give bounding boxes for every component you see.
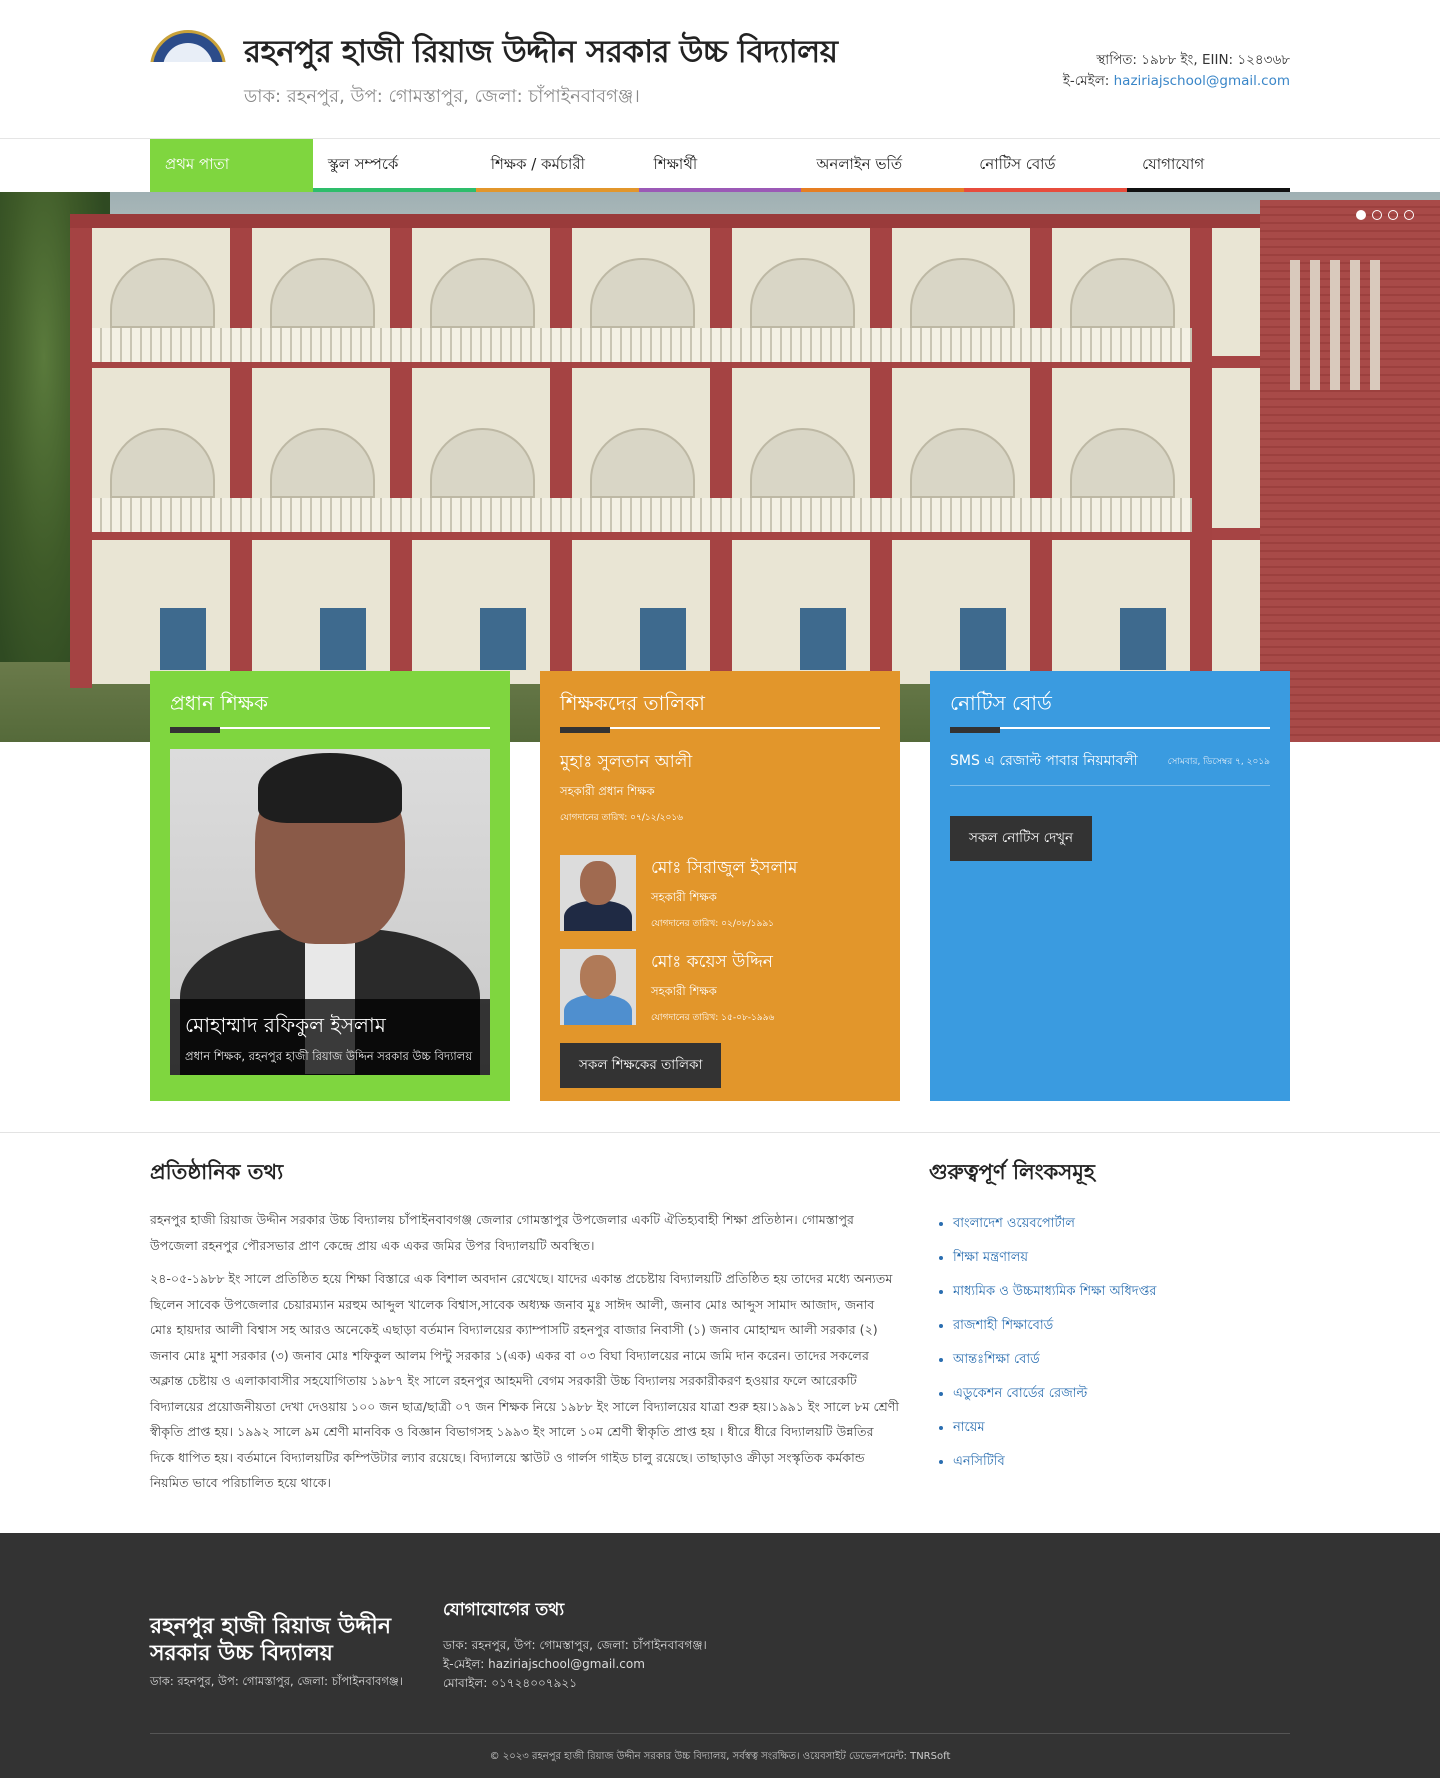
teacher-joined: যোগদানের তারিখ: ০২/০৮/১৯৯১	[651, 919, 774, 929]
feature-panels: প্রধান শিক্ষক মোহাম্মাদ রফিকুল ইসলাম প্র…	[150, 671, 1290, 1101]
nav-label: শিক্ষার্থী	[653, 155, 698, 173]
site-address: ডাক: রহনপুর, উপ: গোমস্তাপুর, জেলা: চাঁপা…	[244, 86, 640, 107]
info-paragraph: রহনপুর হাজী রিয়াজ উদ্দীন সরকার উচ্চ বিদ…	[150, 1212, 854, 1253]
link-item: আন্তঃশিক্ষা বোর্ড	[953, 1343, 1289, 1377]
nav-home[interactable]: প্রথম পাতা	[150, 139, 313, 192]
notice-panel: নোটিস বোর্ড SMS এ রেজাল্ট পাবার নিয়মাবল…	[930, 671, 1290, 1101]
teachers-heading: শিক্ষকদের তালিকা	[560, 691, 705, 715]
teacher-role: সহকারী শিক্ষক	[651, 984, 717, 998]
footer-contact: ডাক: রহনপুর, উপ: গোমস্তাপুর, জেলা: চাঁপা…	[443, 1636, 707, 1693]
panel-divider	[950, 727, 1270, 733]
headmaster-photo[interactable]: মোহাম্মাদ রফিকুল ইসলাম প্রধান শিক্ষক, রহ…	[170, 749, 490, 1075]
school-building-photo	[70, 214, 1260, 688]
nav-teachers-staff[interactable]: শিক্ষক / কর্মচারী	[475, 139, 639, 192]
nav-about-school[interactable]: স্কুল সম্পর্কে	[312, 139, 476, 192]
site-footer: রহনপুর হাজী রিয়াজ উদ্দীন সরকার উচ্চ বিদ…	[0, 1533, 1440, 1778]
link-bd-portal[interactable]: বাংলাদেশ ওয়েবপোর্টাল	[953, 1216, 1075, 1231]
info-heading: প্রতিষ্ঠানিক তথ্য	[150, 1159, 284, 1184]
link-item: শিক্ষা মন্ত্রণালয়	[953, 1241, 1289, 1275]
teacher-name[interactable]: মুহাঃ সুলতান আলী	[560, 749, 880, 777]
teacher-joined: যোগদানের তারিখ: ০৭/১২/২০১৬	[560, 813, 684, 823]
all-teachers-button[interactable]: সকল শিক্ষকের তালিকা	[560, 1043, 722, 1088]
link-item: বাংলাদেশ ওয়েবপোর্টাল	[953, 1207, 1289, 1241]
header-email-line: ই-মেইল: haziriajschool@gmail.com	[1063, 71, 1290, 92]
featured-teacher: মুহাঃ সুলতান আলী সহকারী প্রধান শিক্ষক যো…	[560, 749, 880, 825]
all-notices-button[interactable]: সকল নোটিস দেখুন	[950, 816, 1093, 861]
headmaster-heading: প্রধান শিক্ষক	[170, 691, 268, 715]
slider-pagination	[1356, 210, 1414, 220]
important-links: গুরুত্বপূর্ণ লিংকসমূহ বাংলাদেশ ওয়েবপোর্…	[929, 1156, 1289, 1479]
teacher-role: সহকারী প্রধান শিক্ষক	[560, 784, 655, 798]
info-paragraph: ২৪-০৫-১৯৮৮ ইং সালে প্রতিষ্ঠিত হয়ে শিক্ষ…	[150, 1271, 900, 1490]
notice-date: সোমবার, ডিসেম্বর ৭, ২০১৯	[1167, 756, 1270, 767]
footer-divider	[150, 1733, 1290, 1734]
link-item: রাজশাহী শিক্ষাবোর্ড	[953, 1309, 1289, 1343]
teacher-item: মোঃ সিরাজুল ইসলাম সহকারী শিক্ষক যোগদানের…	[560, 855, 880, 931]
link-item: মাধ্যমিক ও উচ্চমাধ্যমিক শিক্ষা অধিদপ্তর	[953, 1275, 1289, 1309]
footer-contact-address: ডাক: রহনপুর, উপ: গোমস্তাপুর, জেলা: চাঁপা…	[443, 1638, 707, 1652]
teacher-name[interactable]: মোঃ সিরাজুল ইসলাম	[651, 855, 798, 883]
slider-dot[interactable]	[1404, 210, 1414, 220]
link-inter-board[interactable]: আন্তঃশিক্ষা বোর্ড	[953, 1352, 1040, 1367]
teacher-name[interactable]: মোঃ কয়েস উদ্দিন	[651, 949, 774, 977]
link-board-result[interactable]: এডুকেশন বোর্ডের রেজাল্ট	[953, 1386, 1087, 1401]
nav-label: নোটিস বোর্ড	[979, 155, 1056, 173]
link-item: নায়েম	[953, 1411, 1289, 1445]
link-item: এডুকেশন বোর্ডের রেজাল্ট	[953, 1377, 1289, 1411]
site-title[interactable]: রহনপুর হাজী রিয়াজ উদ্দীন সরকার উচ্চ বিদ…	[244, 28, 838, 80]
teacher-item: মোঃ কয়েস উদ্দিন সহকারী শিক্ষক যোগদানের …	[560, 949, 880, 1025]
email-label: ই-মেইল:	[1062, 73, 1110, 89]
slider-dot[interactable]	[1388, 210, 1398, 220]
teacher-avatar[interactable]	[560, 949, 636, 1025]
institution-info: প্রতিষ্ঠানিক তথ্য রহনপুর হাজী রিয়াজ উদ্…	[150, 1156, 900, 1504]
nav-label: অনলাইন ভর্তি	[816, 155, 903, 173]
headmaster-name: মোহাম্মাদ রফিকুল ইসলাম	[185, 1013, 386, 1037]
header-email-link[interactable]: haziriajschool@gmail.com	[1114, 73, 1290, 89]
slider-dot[interactable]	[1356, 210, 1366, 220]
slider-dot[interactable]	[1372, 210, 1382, 220]
section-divider	[0, 1132, 1440, 1133]
footer-address: ডাক: রহনপুর, উপ: গোমস্তাপুর, জেলা: চাঁপা…	[150, 1674, 403, 1688]
main-nav: প্রথম পাতা স্কুল সম্পর্কে শিক্ষক / কর্মচ…	[0, 138, 1440, 192]
link-education-ministry[interactable]: শিক্ষা মন্ত্রণালয়	[953, 1250, 1028, 1265]
nav-label: স্কুল সম্পর্কে	[327, 155, 399, 173]
hero-red-wall	[1260, 200, 1440, 742]
headmaster-panel: প্রধান শিক্ষক মোহাম্মাদ রফিকুল ইসলাম প্র…	[150, 671, 510, 1101]
hero-slider[interactable]	[0, 192, 1440, 742]
footer-contact-heading: যোগাযোগের তথ্য	[443, 1600, 565, 1620]
nav-label: শিক্ষক / কর্মচারী	[490, 155, 585, 173]
footer-contact-mobile: মোবাইল: ০১৭২৪০০৭৯২১	[443, 1676, 577, 1690]
link-naem[interactable]: নায়েম	[953, 1420, 985, 1435]
link-item: এনসিটিবি	[953, 1445, 1289, 1479]
headmaster-caption: মোহাম্মাদ রফিকুল ইসলাম প্রধান শিক্ষক, রহ…	[170, 999, 490, 1075]
panel-divider	[170, 727, 490, 733]
site-header: রহনপুর হাজী রিয়াজ উদ্দীন সরকার উচ্চ বিদ…	[0, 0, 1440, 138]
link-rajshahi-board[interactable]: রাজশাহী শিক্ষাবোর্ড	[953, 1318, 1053, 1333]
footer-contact-email[interactable]: ই-মেইল: haziriajschool@gmail.com	[443, 1655, 707, 1674]
links-heading: গুরুত্বপূর্ণ লিংকসমূহ	[929, 1159, 1095, 1184]
teachers-panel: শিক্ষকদের তালিকা মুহাঃ সুলতান আলী সহকারী…	[540, 671, 900, 1101]
notice-heading: নোটিস বোর্ড	[950, 691, 1052, 715]
footer-school-name: রহনপুর হাজী রিয়াজ উদ্দীন সরকার উচ্চ বিদ…	[150, 1613, 391, 1666]
nav-online-admission[interactable]: অনলাইন ভর্তি	[801, 139, 965, 192]
nav-label: যোগাযোগ	[1142, 155, 1205, 173]
teacher-role: সহকারী শিক্ষক	[651, 890, 717, 904]
nav-notice-board[interactable]: নোটিস বোর্ড	[964, 139, 1128, 192]
link-dshe[interactable]: মাধ্যমিক ও উচ্চমাধ্যমিক শিক্ষা অধিদপ্তর	[953, 1284, 1156, 1299]
teacher-avatar[interactable]	[560, 855, 636, 931]
nav-label: প্রথম পাতা	[165, 155, 230, 173]
notice-title[interactable]: SMS এ রেজাল্ট পাবার নিয়মাবলী	[950, 749, 1138, 773]
panel-divider	[560, 727, 880, 733]
teacher-joined: যোগদানের তারিখ: ১৫-০৮-১৯৯৬	[651, 1013, 775, 1023]
nav-contact[interactable]: যোগাযোগ	[1127, 139, 1290, 192]
school-logo[interactable]	[150, 30, 226, 62]
link-nctb[interactable]: এনসিটিবি	[953, 1454, 1005, 1469]
established-info: স্থাপিত: ১৯৮৮ ইং, EIIN: ১২৪৩৬৮	[1096, 52, 1290, 68]
footer-copyright: © ২০২৩ রহনপুর হাজী রিয়াজ উদ্দীন সরকার উ…	[489, 1751, 951, 1762]
links-list: বাংলাদেশ ওয়েবপোর্টাল শিক্ষা মন্ত্রণালয়…	[929, 1207, 1289, 1479]
notice-item[interactable]: SMS এ রেজাল্ট পাবার নিয়মাবলী সোমবার, ডি…	[950, 749, 1270, 786]
headmaster-role: প্রধান শিক্ষক, রহনপুর হাজী রিয়াজ উদ্দিন…	[185, 1049, 473, 1063]
nav-students[interactable]: শিক্ষার্থী	[638, 139, 802, 192]
header-info: স্থাপিত: ১৯৮৮ ইং, EIIN: ১২৪৩৬৮ ই-মেইল: h…	[1063, 50, 1290, 92]
